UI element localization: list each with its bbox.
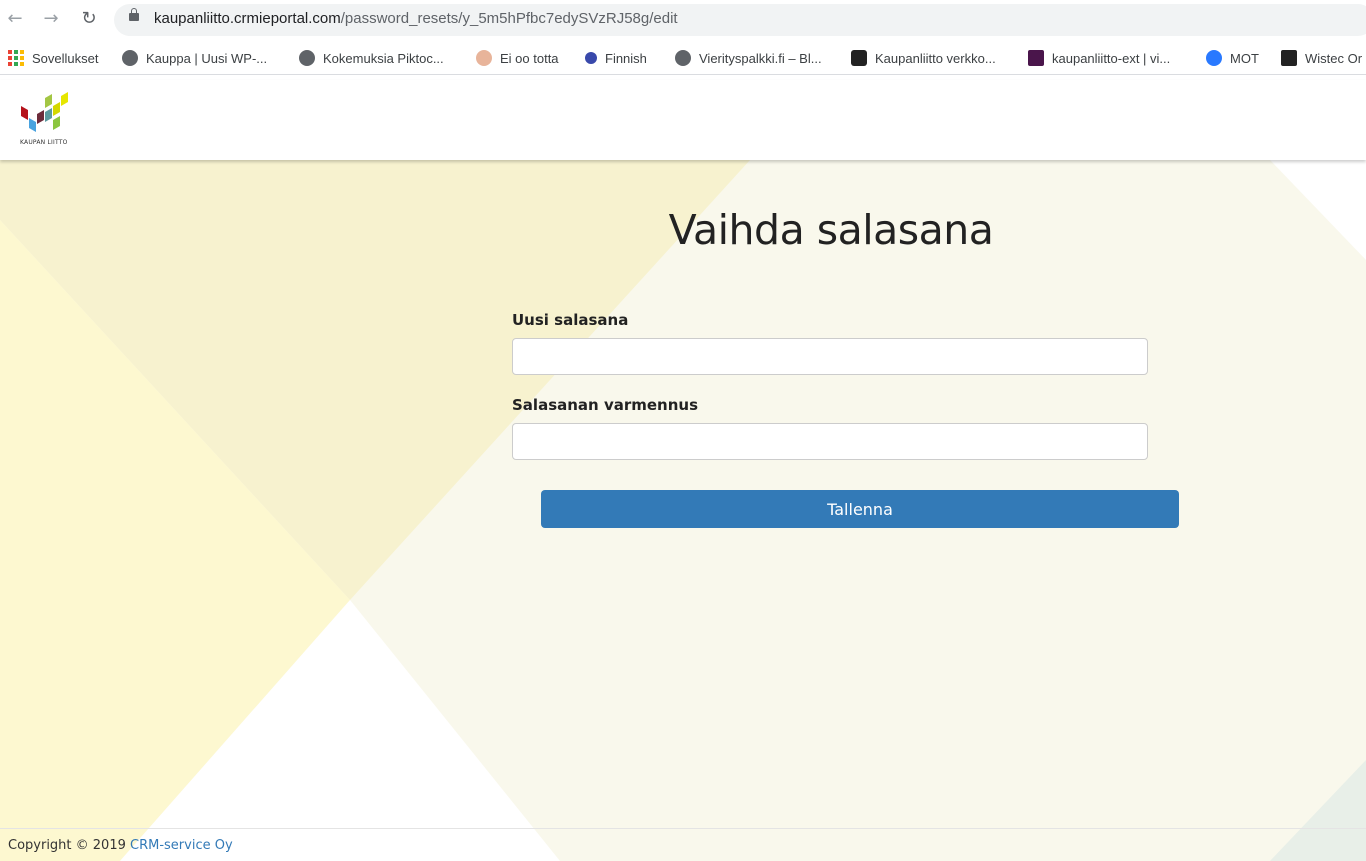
bookmark-label: Kauppa | Uusi WP-... <box>146 50 268 66</box>
new-password-input[interactable] <box>512 338 1148 375</box>
footer: Copyright © 2019 CRM-service Oy <box>8 838 233 853</box>
browser-toolbar: ← → ↻ kaupanliitto.crmieportal.com/passw… <box>0 0 1366 40</box>
company-link[interactable]: CRM-service Oy <box>130 838 233 853</box>
bookmark-ei-oo-totta[interactable]: Ei oo totta <box>476 48 559 68</box>
bookmark-label: Vierityspalkki.fi – Bl... <box>699 50 822 66</box>
trello-icon <box>851 50 867 66</box>
bookmark-label: MOT <box>1230 50 1259 66</box>
back-arrow-icon[interactable]: ← <box>4 8 26 30</box>
bookmark-finnish[interactable]: Finnish <box>585 48 647 68</box>
lock-icon <box>129 8 139 21</box>
mot-icon <box>1206 50 1222 66</box>
bookmark-label: kaupanliitto-ext | vi... <box>1052 50 1171 66</box>
page-title: Vaihda salasana <box>668 206 994 254</box>
new-password-label: Uusi salasana <box>512 311 629 329</box>
bookmark-kaupanliitto-ext[interactable]: kaupanliitto-ext | vi... <box>1028 48 1170 68</box>
bookmark-label: Finnish <box>605 50 647 66</box>
address-bar[interactable]: kaupanliitto.crmieportal.com/password_re… <box>114 4 1366 36</box>
globe-icon <box>122 50 138 66</box>
confirm-password-label: Salasanan varmennus <box>512 396 699 414</box>
url-domain: kaupanliitto.crmieportal.com <box>154 10 341 27</box>
avatar-icon <box>476 50 492 66</box>
bookmark-label: Wistec Or <box>1305 50 1363 66</box>
bookmark-sovellukset[interactable]: Sovellukset <box>8 48 98 68</box>
url-text[interactable]: kaupanliitto.crmieportal.com/password_re… <box>154 10 678 27</box>
bookmark-label: Sovellukset <box>32 50 99 66</box>
bookmark-wistec[interactable]: Wistec Or <box>1281 48 1362 68</box>
footer-divider <box>0 828 1366 829</box>
bookmarks-bar: Sovellukset Kauppa | Uusi WP-... Kokemuk… <box>0 40 1366 75</box>
bookmark-mot[interactable]: MOT <box>1206 48 1259 68</box>
bookmark-label: Kaupanliitto verkko... <box>875 50 996 66</box>
bookmark-kauppa[interactable]: Kauppa | Uusi WP-... <box>122 48 267 68</box>
bookmark-kokemuksia[interactable]: Kokemuksia Piktoc... <box>299 48 444 68</box>
reload-icon[interactable]: ↻ <box>78 8 100 30</box>
w-icon <box>1281 50 1297 66</box>
logo-text: KAUPAN LIITTO <box>20 139 68 146</box>
slack-icon <box>1028 50 1044 66</box>
url-path: /password_resets/y_5m5hPfbc7edySVzRJ58g/… <box>340 10 678 27</box>
kaupan-liitto-logo[interactable]: KAUPAN LIITTO <box>18 92 74 148</box>
apps-icon <box>8 50 24 66</box>
confirm-password-input[interactable] <box>512 423 1148 460</box>
bookmark-label: Ei oo totta <box>500 50 559 66</box>
globe-icon <box>675 50 691 66</box>
site-header: KAUPAN LIITTO <box>0 80 1366 160</box>
forward-arrow-icon[interactable]: → <box>40 8 62 30</box>
save-button[interactable]: Tallenna <box>541 490 1179 528</box>
dots-icon <box>585 52 597 64</box>
copyright-text: Copyright © 2019 <box>8 838 126 853</box>
bookmark-kaupanliitto-verkko[interactable]: Kaupanliitto verkko... <box>851 48 996 68</box>
bookmark-vierityspalkki[interactable]: Vierityspalkki.fi – Bl... <box>675 48 822 68</box>
bookmark-label: Kokemuksia Piktoc... <box>323 50 444 66</box>
globe-icon <box>299 50 315 66</box>
